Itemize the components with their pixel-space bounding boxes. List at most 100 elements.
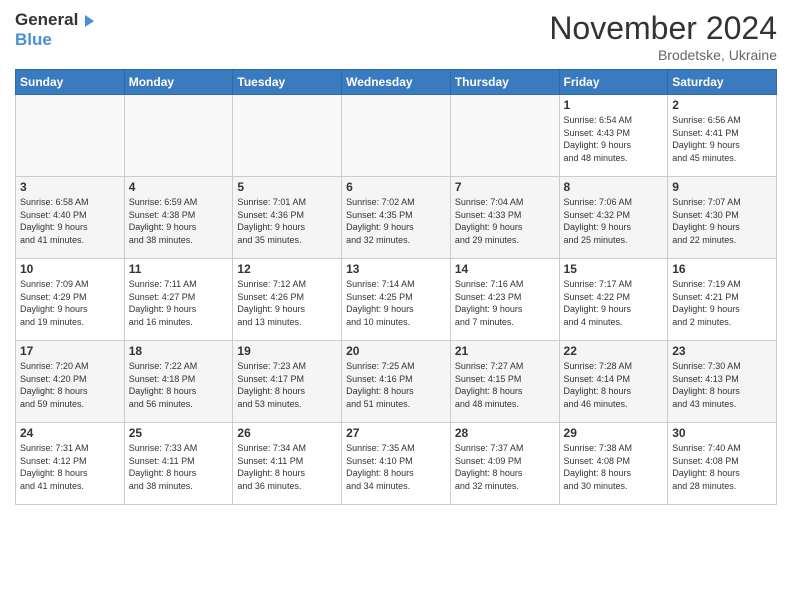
weekday-friday: Friday — [559, 70, 668, 95]
day-number: 11 — [129, 262, 229, 276]
day-cell: 29 Sunrise: 7:38 AM Sunset: 4:08 PM Dayli… — [559, 423, 668, 505]
day-info: Sunrise: 7:19 AM Sunset: 4:21 PM Dayligh… — [672, 278, 772, 328]
day-cell: 25Sunrise: 7:33 AM Sunset: 4:11 PM Dayli… — [124, 423, 233, 505]
day-info: Sunrise: 7:40 AM Sunset: 4:08 PM Dayligh… — [672, 442, 772, 492]
day-number: 21 — [455, 344, 555, 358]
day-info: Sunrise: 7:30 AM Sunset: 4:13 PM Dayligh… — [672, 360, 772, 410]
day-cell: 14 Sunrise: 7:16 AM Sunset: 4:23 PM Dayli… — [450, 259, 559, 341]
day-cell — [16, 95, 125, 177]
day-number: 30 — [672, 426, 772, 440]
day-info: Sunrise: 7:34 AM Sunset: 4:11 PM Dayligh… — [237, 442, 337, 492]
day-info: Sunrise: 6:58 AM Sunset: 4:40 PM Dayligh… — [20, 196, 120, 246]
day-cell: 23 Sunrise: 7:30 AM Sunset: 4:13 PM Dayli… — [668, 341, 777, 423]
weekday-thursday: Thursday — [450, 70, 559, 95]
day-number: 28 — [455, 426, 555, 440]
day-info: Sunrise: 7:02 AM Sunset: 4:35 PM Dayligh… — [346, 196, 446, 246]
day-info: Sunrise: 7:14 AM Sunset: 4:25 PM Dayligh… — [346, 278, 446, 328]
location: Brodetske, Ukraine — [549, 47, 777, 63]
month-title: November 2024 — [549, 10, 777, 47]
day-number: 17 — [20, 344, 120, 358]
weekday-tuesday: Tuesday — [233, 70, 342, 95]
header-row: General Blue November 2024 Brodetske, Uk… — [15, 10, 777, 63]
week-row-1: 1 Sunrise: 6:54 AM Sunset: 4:43 PM Daylig… — [16, 95, 777, 177]
day-info: Sunrise: 7:38 AM Sunset: 4:08 PM Dayligh… — [564, 442, 664, 492]
day-info: Sunrise: 7:28 AM Sunset: 4:14 PM Dayligh… — [564, 360, 664, 410]
day-info: Sunrise: 7:16 AM Sunset: 4:23 PM Dayligh… — [455, 278, 555, 328]
day-info: Sunrise: 7:09 AM Sunset: 4:29 PM Dayligh… — [20, 278, 120, 328]
day-info: Sunrise: 6:59 AM Sunset: 4:38 PM Dayligh… — [129, 196, 229, 246]
day-info: Sunrise: 7:27 AM Sunset: 4:15 PM Dayligh… — [455, 360, 555, 410]
day-cell: 21 Sunrise: 7:27 AM Sunset: 4:15 PM Dayli… — [450, 341, 559, 423]
day-cell: 2 Sunrise: 6:56 AM Sunset: 4:41 PM Daylig… — [668, 95, 777, 177]
day-info: Sunrise: 7:04 AM Sunset: 4:33 PM Dayligh… — [455, 196, 555, 246]
weekday-saturday: Saturday — [668, 70, 777, 95]
title-block: November 2024 Brodetske, Ukraine — [549, 10, 777, 63]
day-number: 25 — [129, 426, 229, 440]
day-number: 1 — [564, 98, 664, 112]
day-info: Sunrise: 7:35 AM Sunset: 4:10 PM Dayligh… — [346, 442, 446, 492]
weekday-monday: Monday — [124, 70, 233, 95]
day-number: 10 — [20, 262, 120, 276]
day-cell: 26Sunrise: 7:34 AM Sunset: 4:11 PM Dayli… — [233, 423, 342, 505]
day-cell: 10 Sunrise: 7:09 AM Sunset: 4:29 PM Dayli… — [16, 259, 125, 341]
calendar-table: SundayMondayTuesdayWednesdayThursdayFrid… — [15, 69, 777, 505]
day-cell: 9Sunrise: 7:07 AM Sunset: 4:30 PM Daylig… — [668, 177, 777, 259]
day-cell: 18 Sunrise: 7:22 AM Sunset: 4:18 PM Dayli… — [124, 341, 233, 423]
day-number: 23 — [672, 344, 772, 358]
day-number: 18 — [129, 344, 229, 358]
day-number: 7 — [455, 180, 555, 194]
day-info: Sunrise: 7:22 AM Sunset: 4:18 PM Dayligh… — [129, 360, 229, 410]
day-number: 29 — [564, 426, 664, 440]
day-info: Sunrise: 7:23 AM Sunset: 4:17 PM Dayligh… — [237, 360, 337, 410]
day-number: 22 — [564, 344, 664, 358]
day-info: Sunrise: 7:01 AM Sunset: 4:36 PM Dayligh… — [237, 196, 337, 246]
day-info: Sunrise: 7:06 AM Sunset: 4:32 PM Dayligh… — [564, 196, 664, 246]
day-number: 8 — [564, 180, 664, 194]
day-info: Sunrise: 7:12 AM Sunset: 4:26 PM Dayligh… — [237, 278, 337, 328]
day-cell: 6 Sunrise: 7:02 AM Sunset: 4:35 PM Daylig… — [342, 177, 451, 259]
logo: General Blue — [15, 10, 94, 49]
day-info: Sunrise: 7:31 AM Sunset: 4:12 PM Dayligh… — [20, 442, 120, 492]
weekday-wednesday: Wednesday — [342, 70, 451, 95]
day-cell: 5 Sunrise: 7:01 AM Sunset: 4:36 PM Daylig… — [233, 177, 342, 259]
day-cell: 1 Sunrise: 6:54 AM Sunset: 4:43 PM Daylig… — [559, 95, 668, 177]
day-number: 15 — [564, 262, 664, 276]
week-row-3: 10 Sunrise: 7:09 AM Sunset: 4:29 PM Dayli… — [16, 259, 777, 341]
day-cell: 28Sunrise: 7:37 AM Sunset: 4:09 PM Dayli… — [450, 423, 559, 505]
day-cell: 16 Sunrise: 7:19 AM Sunset: 4:21 PM Dayli… — [668, 259, 777, 341]
week-row-5: 24 Sunrise: 7:31 AM Sunset: 4:12 PM Dayli… — [16, 423, 777, 505]
day-number: 5 — [237, 180, 337, 194]
day-info: Sunrise: 7:25 AM Sunset: 4:16 PM Dayligh… — [346, 360, 446, 410]
day-number: 6 — [346, 180, 446, 194]
day-number: 24 — [20, 426, 120, 440]
day-cell: 22 Sunrise: 7:28 AM Sunset: 4:14 PM Dayli… — [559, 341, 668, 423]
day-cell: 12 Sunrise: 7:12 AM Sunset: 4:26 PM Dayli… — [233, 259, 342, 341]
day-cell — [124, 95, 233, 177]
weekday-header-row: SundayMondayTuesdayWednesdayThursdayFrid… — [16, 70, 777, 95]
day-number: 2 — [672, 98, 772, 112]
week-row-4: 17Sunrise: 7:20 AM Sunset: 4:20 PM Dayli… — [16, 341, 777, 423]
day-cell: 11 Sunrise: 7:11 AM Sunset: 4:27 PM Dayli… — [124, 259, 233, 341]
day-cell: 17Sunrise: 7:20 AM Sunset: 4:20 PM Dayli… — [16, 341, 125, 423]
day-info: Sunrise: 6:54 AM Sunset: 4:43 PM Dayligh… — [564, 114, 664, 164]
day-info: Sunrise: 7:11 AM Sunset: 4:27 PM Dayligh… — [129, 278, 229, 328]
day-cell: 8 Sunrise: 7:06 AM Sunset: 4:32 PM Daylig… — [559, 177, 668, 259]
day-number: 20 — [346, 344, 446, 358]
day-number: 16 — [672, 262, 772, 276]
day-number: 4 — [129, 180, 229, 194]
logo-blue: Blue — [15, 30, 94, 50]
day-info: Sunrise: 7:17 AM Sunset: 4:22 PM Dayligh… — [564, 278, 664, 328]
day-cell: 7 Sunrise: 7:04 AM Sunset: 4:33 PM Daylig… — [450, 177, 559, 259]
day-cell: 3Sunrise: 6:58 AM Sunset: 4:40 PM Daylig… — [16, 177, 125, 259]
day-number: 9 — [672, 180, 772, 194]
day-cell: 30 Sunrise: 7:40 AM Sunset: 4:08 PM Dayli… — [668, 423, 777, 505]
day-number: 14 — [455, 262, 555, 276]
day-cell: 4 Sunrise: 6:59 AM Sunset: 4:38 PM Daylig… — [124, 177, 233, 259]
weekday-sunday: Sunday — [16, 70, 125, 95]
day-number: 12 — [237, 262, 337, 276]
day-cell: 27Sunrise: 7:35 AM Sunset: 4:10 PM Dayli… — [342, 423, 451, 505]
day-cell: 13Sunrise: 7:14 AM Sunset: 4:25 PM Dayli… — [342, 259, 451, 341]
week-row-2: 3Sunrise: 6:58 AM Sunset: 4:40 PM Daylig… — [16, 177, 777, 259]
day-info: Sunrise: 6:56 AM Sunset: 4:41 PM Dayligh… — [672, 114, 772, 164]
day-cell: 19Sunrise: 7:23 AM Sunset: 4:17 PM Dayli… — [233, 341, 342, 423]
